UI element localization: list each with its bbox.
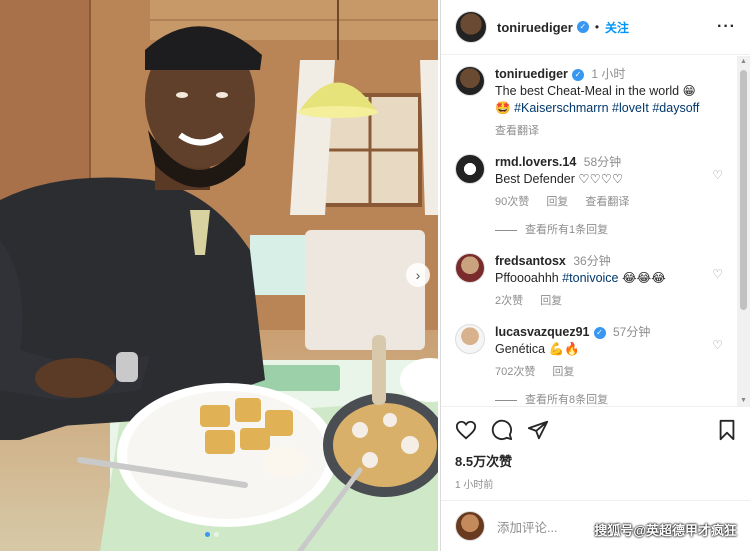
verified-icon: ✓ xyxy=(576,21,589,33)
post-time: 1 小时前 xyxy=(455,480,494,491)
post-sidebar: toniruediger ✓ • 关注 ··· toniruediger ✓ 1 … xyxy=(440,0,750,551)
heart-icon[interactable]: ♡ xyxy=(712,168,723,211)
comment-text: Best Defender ♡♡♡♡ xyxy=(495,172,624,186)
bookmark-icon[interactable] xyxy=(717,419,737,441)
scrollbar-thumb[interactable] xyxy=(740,70,747,310)
heart-icon[interactable]: ♡ xyxy=(712,267,723,310)
caption-time: 1 小时 xyxy=(591,67,626,81)
comment-composer: 添加评论... 搜狐号@英超德甲才疯狂 xyxy=(441,500,750,551)
comment-text: Genética 💪🔥 xyxy=(495,342,580,356)
comment-time: 36分钟 xyxy=(573,254,611,268)
comment-username[interactable]: rmd.lovers.14 xyxy=(495,155,576,169)
comment: rmd.lovers.14 58分钟 Best Defender ♡♡♡♡ 90… xyxy=(455,154,723,211)
follow-button[interactable]: 关注 xyxy=(605,19,629,36)
comment-likes[interactable]: 90次赞 xyxy=(495,196,529,208)
scrollbar[interactable]: ▲ ▼ xyxy=(737,56,750,406)
comment-likes[interactable]: 2次赞 xyxy=(495,295,523,307)
hashtag[interactable]: #Kaiserschmarrn xyxy=(514,101,608,115)
post-photo: › xyxy=(0,0,438,551)
username[interactable]: toniruediger xyxy=(497,20,573,35)
comment-time: 57分钟 xyxy=(612,325,651,339)
reply-button[interactable]: 回复 xyxy=(540,295,562,307)
likes-count[interactable]: 8.5万次赞 xyxy=(455,451,737,470)
share-icon[interactable] xyxy=(527,419,549,441)
caption-username[interactable]: toniruediger xyxy=(495,67,568,81)
avatar[interactable] xyxy=(455,66,485,96)
hashtag[interactable]: #daysoff xyxy=(652,101,699,115)
carousel-dot xyxy=(205,532,210,537)
photo-illustration xyxy=(0,0,438,551)
comment-icon[interactable] xyxy=(491,419,513,441)
avatar[interactable] xyxy=(455,11,487,43)
see-translation-link[interactable]: 查看翻译 xyxy=(585,196,629,208)
post-actions: 8.5万次赞 1 小时前 xyxy=(441,406,750,491)
comments-list[interactable]: toniruediger ✓ 1 小时 The best Cheat-Meal i… xyxy=(441,56,737,406)
view-replies-link[interactable]: 查看所有8条回复 xyxy=(495,391,723,406)
heart-icon[interactable] xyxy=(455,419,477,441)
carousel-dot xyxy=(214,532,219,537)
comment-username[interactable]: lucasvazquez91 xyxy=(495,325,590,339)
watermark: 搜狐号@英超德甲才疯狂 xyxy=(594,523,737,538)
reply-button[interactable]: 回复 xyxy=(552,366,574,378)
avatar[interactable] xyxy=(455,324,485,354)
separator-dot: • xyxy=(594,20,600,34)
chevron-right-icon[interactable]: › xyxy=(406,263,430,287)
comment-text: Pffoooahhh xyxy=(495,271,559,285)
hashtag[interactable]: #loveIt xyxy=(612,101,649,115)
comment-username[interactable]: fredsantosx xyxy=(495,254,566,268)
scroll-up-icon[interactable]: ▲ xyxy=(740,58,747,65)
caption: toniruediger ✓ 1 小时 The best Cheat-Meal i… xyxy=(455,66,723,140)
comment: fredsantosx 36分钟 Pffoooahhh #tonivoice 😂… xyxy=(455,253,723,310)
caption-emoji: 🤩 xyxy=(495,101,511,115)
comment-time: 58分钟 xyxy=(583,155,622,169)
hashtag[interactable]: #tonivoice xyxy=(562,271,618,285)
avatar[interactable] xyxy=(455,154,485,184)
avatar xyxy=(455,511,485,541)
reply-button[interactable]: 回复 xyxy=(546,196,568,208)
comment-emoji: 😂😂😂 xyxy=(622,271,666,285)
caption-text: The best Cheat-Meal in the world 😁 xyxy=(495,84,696,98)
heart-icon[interactable]: ♡ xyxy=(712,338,723,381)
see-translation-link[interactable]: 查看翻译 xyxy=(495,125,539,137)
avatar[interactable] xyxy=(455,253,485,283)
comment-likes[interactable]: 702次赞 xyxy=(495,366,535,378)
verified-icon: ✓ xyxy=(593,326,606,339)
carousel-dots xyxy=(205,532,219,537)
view-replies-link[interactable]: 查看所有1条回复 xyxy=(495,221,723,237)
comment: lucasvazquez91 ✓ 57分钟 Genética 💪🔥 702次赞 回… xyxy=(455,324,723,381)
post-header: toniruediger ✓ • 关注 ··· xyxy=(441,0,750,55)
more-icon[interactable]: ··· xyxy=(717,18,736,36)
scroll-down-icon[interactable]: ▼ xyxy=(740,397,747,404)
verified-icon: ✓ xyxy=(571,68,584,81)
